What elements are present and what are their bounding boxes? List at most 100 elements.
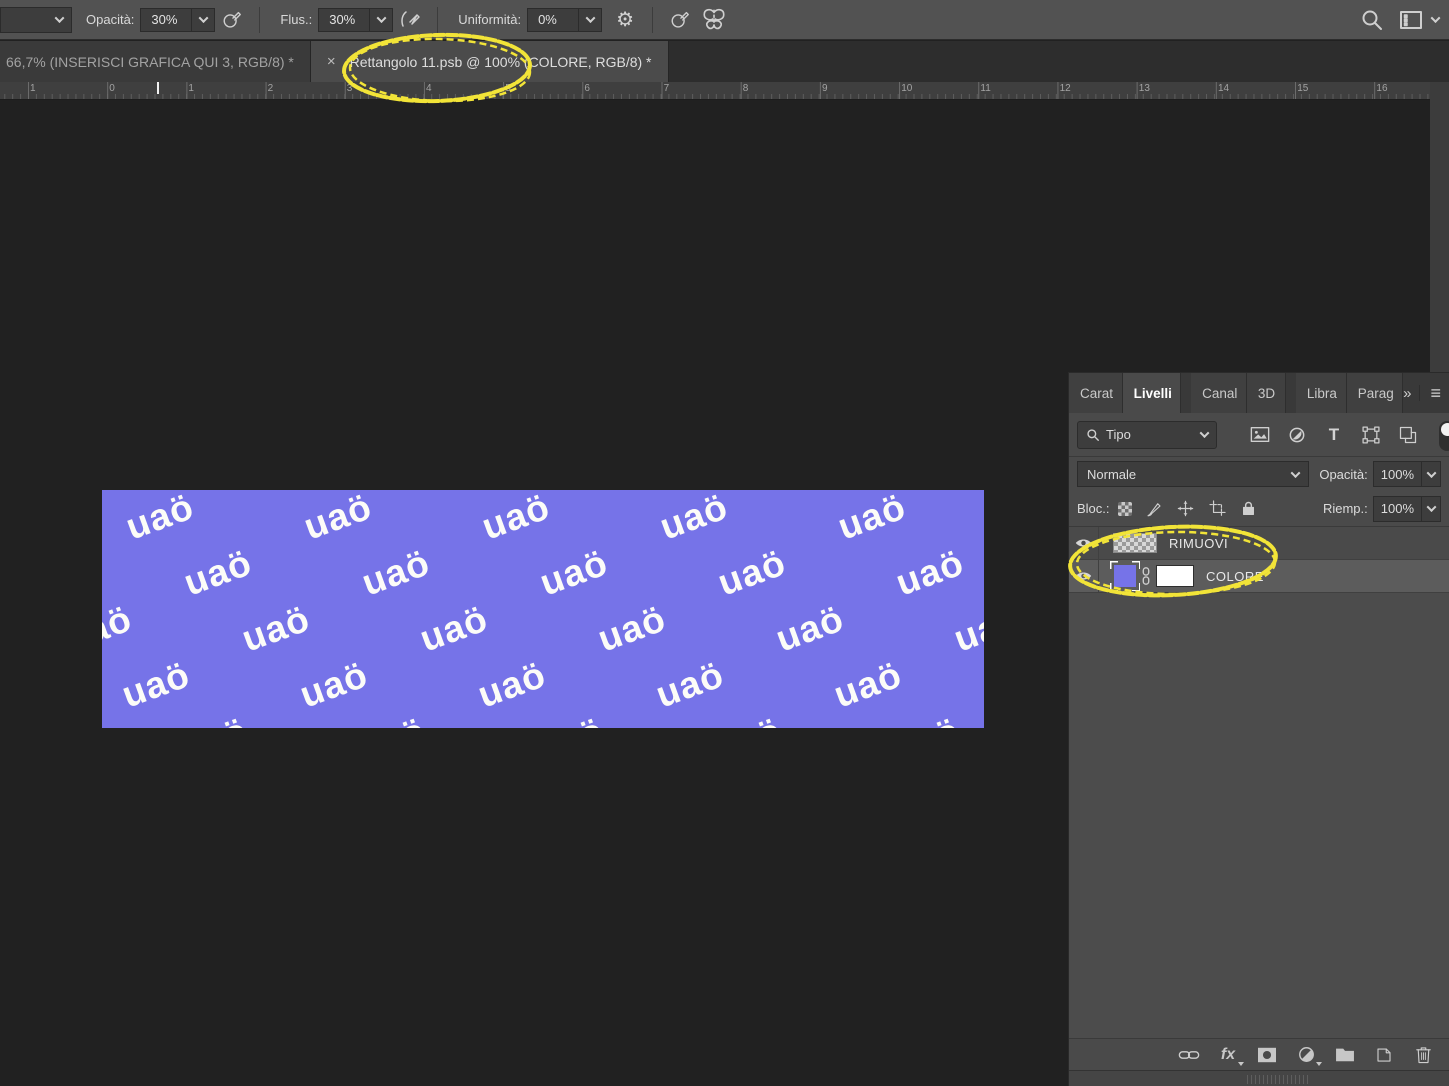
layer-row-rimuovi[interactable]: RIMUOVI — [1069, 527, 1449, 560]
artboard[interactable]: uaöuaöuaöuaöuaöuaöuaöuaöuaöuaöuaöuaöuaöu… — [102, 490, 984, 728]
layer-thumbnail-transparent[interactable] — [1113, 533, 1157, 553]
link-layers-button[interactable] — [1177, 1043, 1201, 1067]
eye-icon — [1075, 537, 1092, 549]
filter-adjustment-layers-button[interactable] — [1284, 422, 1310, 448]
chevron-down-icon — [1426, 468, 1436, 478]
pattern-text: uaö — [815, 646, 922, 724]
opacity-dropdown-button[interactable] — [191, 8, 215, 32]
smoothing-dropdown-button[interactable] — [578, 8, 602, 32]
chevron-down-icon — [1200, 428, 1210, 438]
ruler-number: 3 — [347, 83, 353, 94]
fill-value[interactable]: 100% — [1373, 496, 1422, 522]
ruler-number: 10 — [901, 83, 912, 94]
layer-thumbnail-color[interactable] — [1113, 564, 1137, 588]
smoothing-control: 0% — [527, 8, 602, 32]
pattern-text: uaö — [819, 490, 926, 556]
filter-pixel-layers-button[interactable] — [1247, 422, 1273, 448]
lock-row: Bloc.: Riemp.: 100 — [1069, 491, 1449, 527]
document-tab-active[interactable]: × Rettangolo 11.psb @ 100% (COLORE, RGB/… — [311, 41, 669, 82]
panel-opacity-value[interactable]: 100% — [1373, 461, 1422, 487]
eye-icon — [1075, 570, 1092, 582]
ruler-number: 1 — [30, 83, 36, 94]
panel-tab-paragrafo[interactable]: Parag — [1347, 373, 1403, 413]
flow-value[interactable]: 30% — [318, 8, 370, 32]
panel-menu-icon[interactable]: ≡ — [1430, 383, 1441, 404]
image-icon — [1249, 425, 1271, 445]
chevron-down-icon — [198, 13, 208, 23]
pattern-text: uaö — [463, 490, 570, 556]
chain-link-icon — [1178, 1048, 1200, 1062]
lock-artboard-icon[interactable] — [1208, 499, 1227, 518]
panel-tab-strip: Carat Livelli Canal 3D Libra Parag » ≡ — [1069, 373, 1449, 413]
smoothing-value[interactable]: 0% — [527, 8, 579, 32]
panel-tab-canali[interactable]: Canal — [1191, 373, 1247, 413]
pattern-text: uaö — [161, 702, 268, 728]
visibility-cell[interactable] — [1069, 527, 1099, 559]
chevron-down-icon[interactable] — [1431, 13, 1441, 23]
pressure-size-icon — [669, 9, 691, 31]
document-tab-inactive[interactable]: 66,7% (INSERISCI GRAFICA QUI 3, RGB/8) * — [0, 41, 311, 82]
filter-smart-objects-button[interactable] — [1395, 422, 1421, 448]
pattern-text: uaö — [223, 590, 330, 668]
workspace-switcher-icon[interactable] — [1398, 8, 1424, 32]
add-adjustment-layer-button[interactable] — [1294, 1043, 1318, 1067]
layer-mask-thumbnail[interactable] — [1156, 565, 1194, 587]
panel-tab-carattere[interactable]: Carat — [1069, 373, 1123, 413]
new-layer-button[interactable] — [1372, 1043, 1396, 1067]
adjustment-circle-icon — [1297, 1045, 1316, 1064]
layers-empty-area — [1069, 593, 1449, 1038]
search-icon[interactable] — [1360, 8, 1384, 32]
opacity-value[interactable]: 30% — [140, 8, 192, 32]
scrollbar-grip[interactable] — [1247, 1075, 1311, 1084]
layer-row-colore[interactable]: COLORE — [1069, 560, 1449, 593]
layer-styles-button[interactable]: fx — [1216, 1043, 1240, 1067]
pressure-size-button[interactable] — [663, 5, 697, 35]
panel-opacity-dropdown[interactable] — [1421, 461, 1441, 487]
panel-opacity-control: 100% — [1373, 461, 1441, 487]
add-layer-mask-button[interactable] — [1255, 1043, 1279, 1067]
visibility-cell[interactable] — [1069, 560, 1099, 592]
blend-mode-select[interactable]: Normale — [1077, 461, 1309, 487]
delete-layer-button[interactable] — [1411, 1043, 1435, 1067]
ruler-number: 14 — [1218, 83, 1229, 94]
panel-bottom-strip — [1069, 1070, 1449, 1086]
ruler-number: 11 — [980, 83, 990, 94]
flow-dropdown-button[interactable] — [369, 8, 393, 32]
lock-pixels-brush-icon[interactable] — [1145, 500, 1163, 518]
layer-filter-type-select[interactable]: Tipo — [1077, 421, 1217, 449]
lock-position-icon[interactable] — [1176, 499, 1195, 518]
panel-tab-libreria[interactable]: Libra — [1296, 373, 1347, 413]
airbrush-button[interactable] — [393, 5, 427, 35]
type-icon: T — [1329, 425, 1339, 445]
lock-transparency-icon[interactable] — [1118, 502, 1132, 516]
filter-shape-layers-button[interactable] — [1358, 422, 1384, 448]
fill-label: Riemp.: — [1323, 501, 1368, 516]
new-group-button[interactable] — [1333, 1043, 1357, 1067]
pattern-text: uaö — [757, 590, 864, 668]
pattern-text: uaö — [695, 702, 802, 728]
ruler-number: 5 — [505, 83, 511, 94]
pattern-text: uaö — [401, 590, 508, 668]
smoothing-gear-button[interactable]: ⚙ — [608, 5, 642, 35]
layer-filter-toggle[interactable] — [1439, 421, 1449, 451]
layers-panel: Carat Livelli Canal 3D Libra Parag » ≡ T… — [1068, 372, 1449, 1086]
close-tab-icon[interactable]: × — [327, 53, 336, 70]
divider — [259, 7, 260, 33]
pressure-opacity-button[interactable] — [215, 5, 249, 35]
panel-tab-3d[interactable]: 3D — [1247, 373, 1286, 413]
lock-all-icon[interactable] — [1240, 500, 1257, 517]
mask-link-icon[interactable] — [1140, 566, 1152, 586]
layer-name: COLORE — [1206, 569, 1264, 584]
more-panels-icon[interactable]: » — [1403, 385, 1409, 402]
filter-type-layers-button[interactable]: T — [1321, 422, 1347, 448]
fill-dropdown[interactable] — [1421, 496, 1441, 522]
layer-filter-row: Tipo T — [1069, 413, 1449, 457]
opacity-control: 30% — [140, 8, 215, 32]
tool-options-bar: Opacità: 30% Flus.: 30% Uniformità: 0% — [0, 0, 1449, 40]
ruler-number: 13 — [1139, 83, 1150, 94]
panel-tab-livelli[interactable]: Livelli — [1123, 373, 1182, 413]
options-bar-right — [1360, 8, 1449, 32]
pressure-opacity-icon — [221, 9, 243, 31]
tool-preset-dropdown[interactable] — [0, 7, 72, 33]
paint-symmetry-button[interactable] — [697, 5, 731, 35]
